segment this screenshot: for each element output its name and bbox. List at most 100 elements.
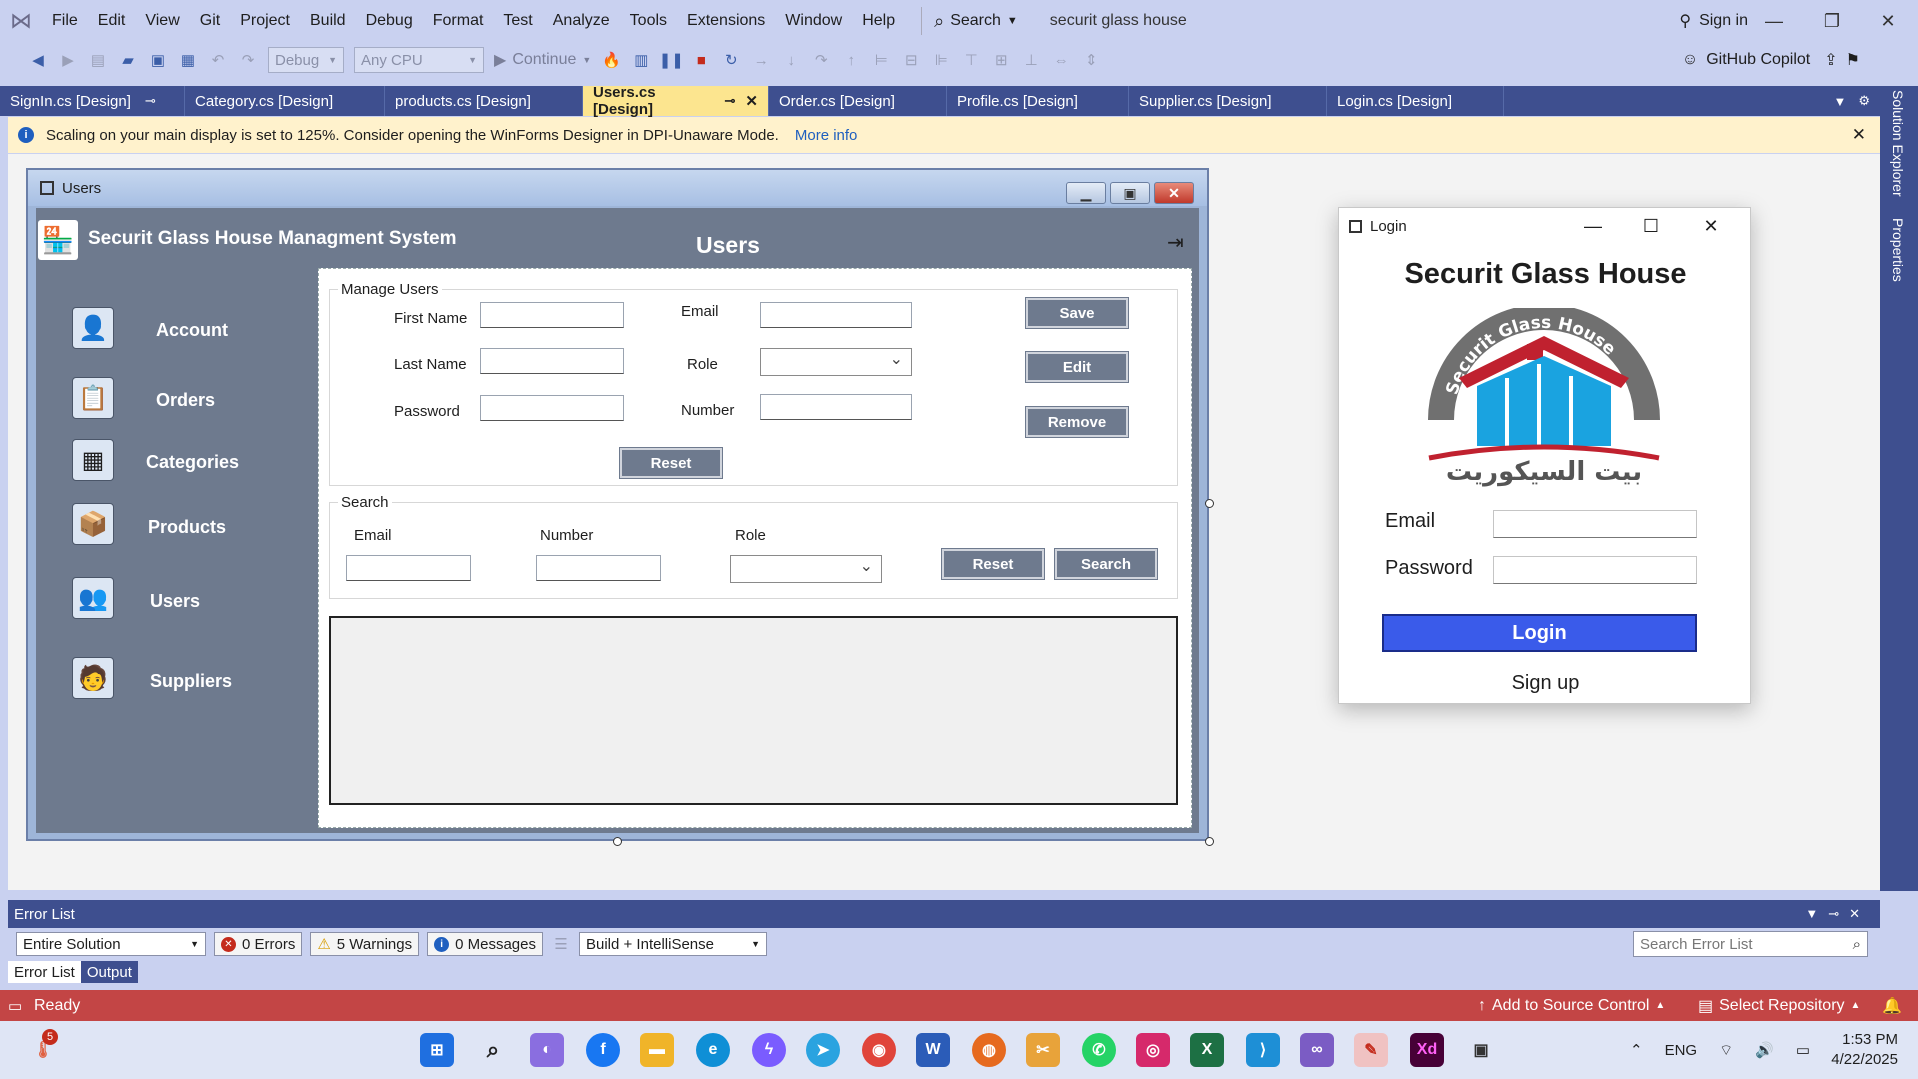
resize-handle[interactable] <box>1205 837 1214 846</box>
save-all-icon[interactable]: ▦ <box>178 50 198 70</box>
word-icon[interactable]: W <box>916 1033 950 1067</box>
warnings-filter-button[interactable]: ⚠ 5 Warnings <box>310 932 420 956</box>
logout-icon[interactable]: ⇥ <box>1167 230 1191 256</box>
role-select[interactable] <box>760 348 912 376</box>
errors-filter-button[interactable]: ✕ 0 Errors <box>214 932 303 956</box>
tab-order-design[interactable]: Order.cs [Design] <box>769 86 947 116</box>
chrome-icon[interactable]: ◉ <box>862 1033 896 1067</box>
align-bottom-icon[interactable]: ⊥ <box>1021 50 1041 70</box>
search-email-field[interactable] <box>346 555 471 581</box>
align-middle-icon[interactable]: ⊞ <box>991 50 1011 70</box>
menu-window[interactable]: Window <box>775 0 852 42</box>
search-role-select[interactable] <box>730 555 882 583</box>
select-repository-button[interactable]: ▤ Select Repository ▲ <box>1698 996 1860 1016</box>
align-right-icon[interactable]: ⊫ <box>931 50 951 70</box>
tab-login-design[interactable]: Login.cs [Design] <box>1327 86 1504 116</box>
redo-icon[interactable]: ↷ <box>238 50 258 70</box>
add-to-source-control-button[interactable]: ↑ Add to Source Control ▲ <box>1478 997 1665 1015</box>
save-button[interactable]: Save <box>1025 297 1129 329</box>
chevron-up-icon[interactable]: ⌃ <box>1630 1041 1643 1059</box>
tab-output[interactable]: Output <box>80 961 138 983</box>
search-number-field[interactable] <box>536 555 661 581</box>
tab-users-design[interactable]: Users.cs [Design] ⊸ ✕ <box>583 84 769 118</box>
forward-icon[interactable]: ▶ <box>58 50 78 70</box>
snipping-tool-icon[interactable]: ✂ <box>1026 1033 1060 1067</box>
excel-icon[interactable]: X <box>1190 1033 1224 1067</box>
restore-icon[interactable]: ❐ <box>1804 0 1860 42</box>
login-button[interactable]: Login <box>1382 614 1697 652</box>
password-field[interactable] <box>480 395 624 421</box>
more-info-link[interactable]: More info <box>795 127 858 144</box>
users-data-grid[interactable] <box>329 616 1178 805</box>
sidebar-label-orders[interactable]: Orders <box>156 390 215 411</box>
whatsapp-icon[interactable]: ✆ <box>1082 1033 1116 1067</box>
sidebar-item-users[interactable]: 👥 <box>72 576 114 620</box>
search-button[interactable]: Search <box>1054 548 1158 580</box>
menu-format[interactable]: Format <box>423 0 494 42</box>
form-app-icon[interactable]: ▣ <box>1464 1033 1498 1067</box>
language-indicator[interactable]: ENG <box>1665 1042 1698 1059</box>
visual-studio-logo-icon[interactable]: ⋈ <box>0 0 42 42</box>
remove-button[interactable]: Remove <box>1025 406 1129 438</box>
last-name-field[interactable] <box>480 348 624 374</box>
pin-icon[interactable]: ⊸ <box>725 93 736 109</box>
maximize-icon[interactable]: ▣ <box>1110 182 1150 204</box>
menu-project[interactable]: Project <box>230 0 300 42</box>
facebook-icon[interactable]: f <box>586 1033 620 1067</box>
users-form-window[interactable]: Users ▁ ▣ ✕ 🏪 Securit Glass House Managm… <box>26 168 1209 841</box>
minimize-icon[interactable]: — <box>1573 212 1613 240</box>
close-icon[interactable]: ✕ <box>1852 125 1866 145</box>
same-size-icon[interactable]: ⇔ <box>1051 50 1071 70</box>
step-over-icon[interactable]: ↷ <box>811 50 831 70</box>
menu-file[interactable]: File <box>42 0 88 42</box>
email-field[interactable] <box>760 302 912 328</box>
spacing-icon[interactable]: ⇕ <box>1081 50 1101 70</box>
signup-link[interactable]: Sign up <box>1339 672 1752 695</box>
sidebar-label-users[interactable]: Users <box>150 591 200 612</box>
search-reset-button[interactable]: Reset <box>941 548 1045 580</box>
menu-debug[interactable]: Debug <box>356 0 423 42</box>
visual-studio-icon[interactable]: ∞ <box>1300 1033 1334 1067</box>
copilot-app-icon[interactable]: ◐ <box>530 1033 564 1067</box>
menu-git[interactable]: Git <box>190 0 230 42</box>
tab-error-list[interactable]: Error List <box>8 961 81 983</box>
menu-build[interactable]: Build <box>300 0 356 42</box>
configuration-select[interactable]: Debug ▼ <box>268 47 344 73</box>
menu-edit[interactable]: Edit <box>88 0 136 42</box>
minimize-icon[interactable]: — <box>1746 0 1802 42</box>
chevron-down-icon[interactable]: ▼ <box>1833 94 1846 109</box>
sidebar-label-categories[interactable]: Categories <box>146 452 239 473</box>
menu-view[interactable]: View <box>135 0 189 42</box>
toolbox-icon[interactable]: ▥ <box>631 50 651 70</box>
file-explorer-icon[interactable]: ▬ <box>640 1033 674 1067</box>
save-icon[interactable]: ▣ <box>148 50 168 70</box>
step-icon[interactable]: → <box>751 50 771 70</box>
close-icon[interactable]: ✕ <box>1860 0 1916 42</box>
scope-select[interactable]: Entire Solution ▼ <box>16 932 206 956</box>
tab-category-design[interactable]: Category.cs [Design] <box>185 86 385 116</box>
menu-analyze[interactable]: Analyze <box>543 0 620 42</box>
reset-button[interactable]: Reset <box>619 447 723 479</box>
step-out-icon[interactable]: ↑ <box>841 50 861 70</box>
first-name-field[interactable] <box>480 302 624 328</box>
maximize-icon[interactable]: ☐ <box>1631 212 1671 240</box>
sidebar-item-suppliers[interactable]: 🧑 <box>72 656 114 700</box>
adobe-xd-icon[interactable]: Xd <box>1410 1033 1444 1067</box>
menu-help[interactable]: Help <box>852 0 905 42</box>
instagram-icon[interactable]: ◎ <box>1136 1033 1170 1067</box>
sidebar-item-account[interactable]: 👤 <box>72 306 114 350</box>
sidebar-item-orders[interactable]: 📋 <box>72 376 114 420</box>
tab-signin-design[interactable]: SignIn.cs [Design] ⊸ <box>0 86 185 116</box>
signin-button[interactable]: ⚲ Sign in <box>1679 0 1748 42</box>
restart-icon[interactable]: ↻ <box>721 50 741 70</box>
search-icon[interactable]: ⌕ <box>476 1033 510 1067</box>
tab-products-design[interactable]: products.cs [Design] <box>385 86 583 116</box>
sidebar-label-account[interactable]: Account <box>156 320 228 341</box>
platform-select[interactable]: Any CPU ▼ <box>354 47 484 73</box>
search-menu[interactable]: ⌕ Search ▼ <box>921 7 1018 35</box>
hot-reload-icon[interactable]: 🔥 <box>601 50 621 70</box>
back-icon[interactable]: ◀ <box>28 50 48 70</box>
minimize-icon[interactable]: ▁ <box>1066 182 1106 204</box>
close-icon[interactable]: ✕ <box>1154 182 1194 204</box>
messenger-icon[interactable]: ϟ <box>752 1033 786 1067</box>
